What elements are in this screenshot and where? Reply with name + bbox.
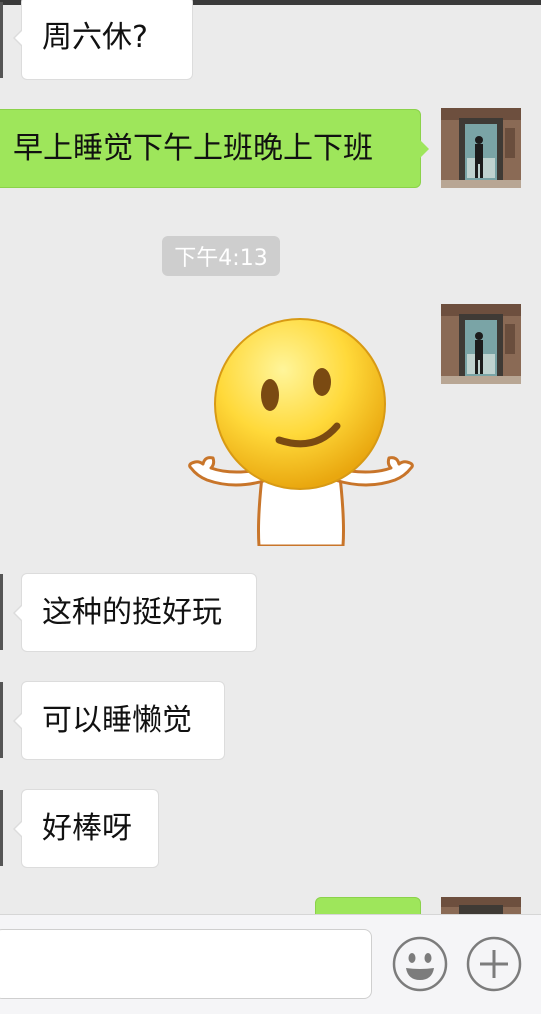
smiley-face-icon[interactable]	[392, 936, 448, 992]
message-text: 可以睡懒觉	[42, 702, 192, 738]
message-text: 好棒呀	[42, 810, 132, 846]
message-bubble-incoming[interactable]: 周六休?	[13, 0, 193, 80]
message-text: 这种的挺好玩	[42, 594, 222, 630]
chat-edge	[0, 682, 3, 758]
message-text: 早上睡觉下午上班晚上下班	[13, 130, 373, 166]
message-bubble-incoming[interactable]: 这种的挺好玩	[13, 573, 257, 652]
message-timestamp: 下午4:13	[162, 236, 280, 276]
message-input[interactable]	[0, 929, 372, 999]
message-bubble-incoming[interactable]: 好棒呀	[13, 789, 159, 868]
message-bubble-incoming[interactable]: 可以睡懒觉	[13, 681, 225, 760]
user-avatar[interactable]	[441, 108, 521, 188]
chat-input-bar	[0, 914, 541, 1014]
message-bubble-outgoing[interactable]: 早上睡觉下午上班晚上下班	[0, 109, 429, 188]
message-text: 周六休?	[42, 20, 148, 55]
chat-edge	[0, 2, 3, 78]
user-avatar[interactable]	[441, 304, 521, 384]
chat-edge	[0, 790, 3, 866]
chat-edge	[0, 574, 3, 650]
smiley-shrug-sticker[interactable]	[185, 318, 417, 548]
plus-icon[interactable]	[466, 936, 522, 992]
